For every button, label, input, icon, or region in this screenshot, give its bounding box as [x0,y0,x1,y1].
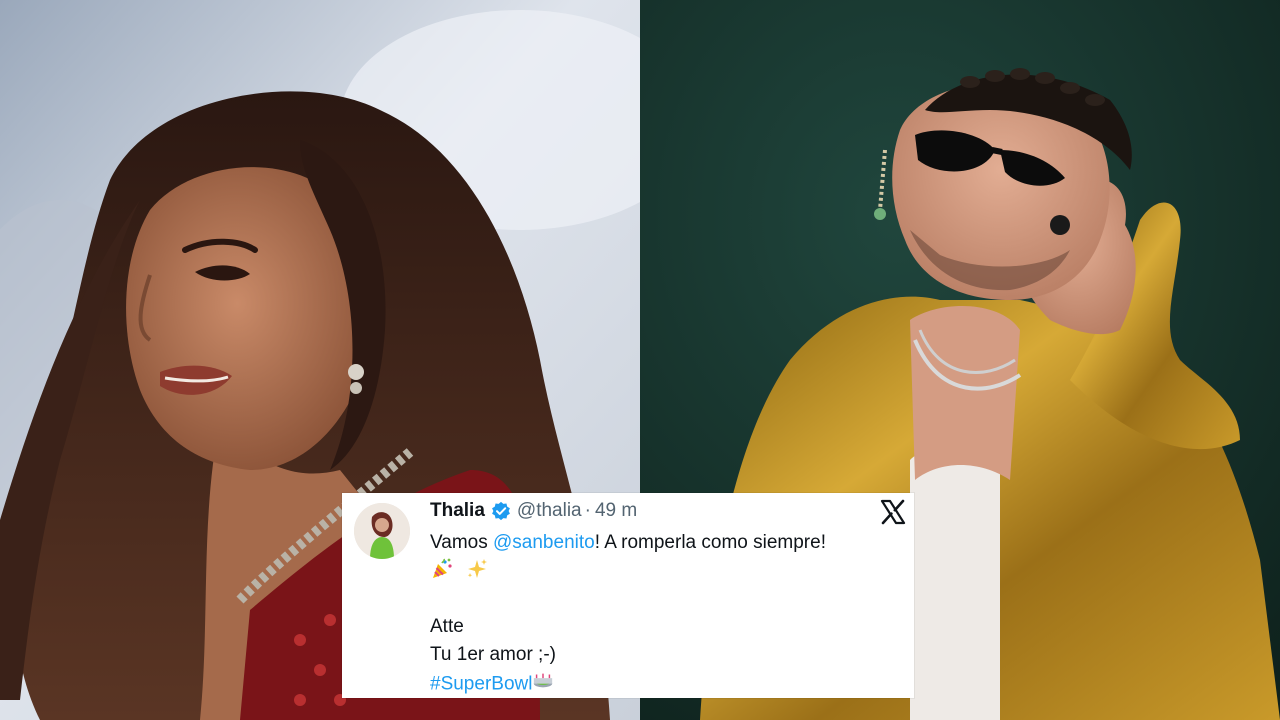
tweet-text: Vamos @sanbenito! A romperla como siempr… [430,529,900,697]
x-logo-icon[interactable] [879,498,907,526]
avatar-image [354,503,410,559]
tweet-line-2 [430,557,900,585]
tweet-line-5: #SuperBowl [430,669,900,697]
tweet-line-1: Vamos @sanbenito! A romperla como siempr… [430,529,900,557]
separator-dot: · [584,500,591,521]
display-name[interactable]: Thalia [430,497,485,525]
sparkles-icon [465,557,489,590]
tweet-text-prefix: Vamos [430,532,494,553]
handle[interactable]: @thalia [517,497,582,525]
tweet-text-suffix: ! A romperla como siempre! [594,532,826,553]
stadium-icon [532,669,554,700]
party-popper-icon [430,557,454,590]
tweet-card: Thalia @thalia · 49 m Vamos @sanbenito! … [342,493,914,698]
mention-link[interactable]: @sanbenito [493,532,595,553]
tweet-line-3: Atte [430,616,464,637]
verified-badge-icon [491,501,511,521]
avatar[interactable] [354,503,410,559]
tweet-line-4: Tu 1er amor ;-) [430,644,556,665]
hashtag-link[interactable]: #SuperBowl [430,674,532,695]
timestamp[interactable]: 49 m [595,497,637,525]
tweet-header: Thalia @thalia · 49 m [430,497,637,525]
